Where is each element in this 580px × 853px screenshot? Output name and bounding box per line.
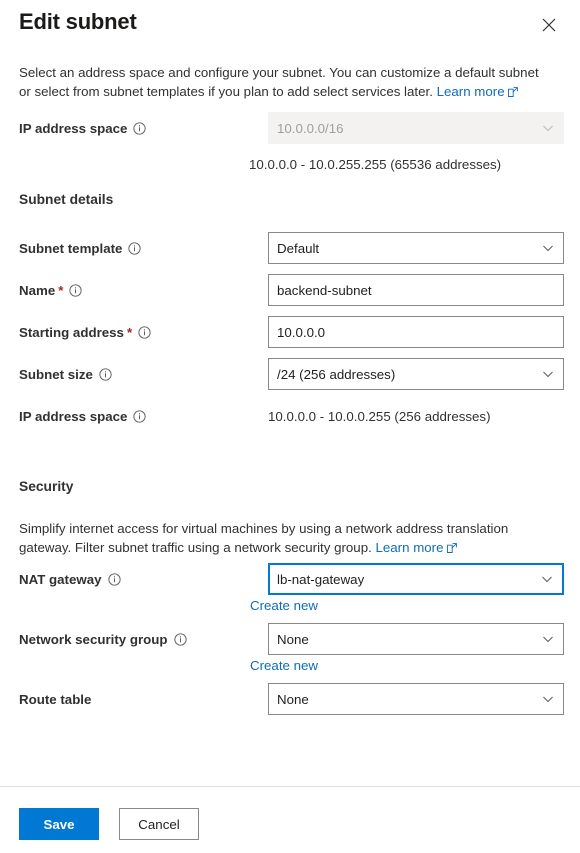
external-link-icon — [508, 83, 518, 102]
nat-gateway-select[interactable]: lb-nat-gateway — [268, 563, 564, 595]
label-subnet-template-text: Subnet template — [19, 241, 122, 256]
row-computed-ip-address-space: IP address space 10.0.0.0 - 10.0.0.255 (… — [19, 400, 564, 432]
save-button[interactable]: Save — [19, 808, 99, 840]
cancel-button[interactable]: Cancel — [119, 808, 199, 840]
info-icon[interactable] — [133, 122, 146, 135]
label-subnet-size: Subnet size — [19, 358, 112, 390]
row-starting-address: Starting address * 10.0.0.0 — [19, 316, 564, 348]
network-security-group-value: None — [277, 632, 309, 647]
info-icon[interactable] — [108, 573, 121, 586]
ip-address-space-value: 10.0.0.0/16 — [277, 121, 344, 136]
label-network-security-group-text: Network security group — [19, 632, 168, 647]
row-ip-address-space: IP address space 10.0.0.0/16 — [19, 112, 564, 144]
required-asterisk: * — [127, 325, 132, 340]
chevron-down-icon — [541, 573, 553, 585]
label-nat-gateway-text: NAT gateway — [19, 572, 102, 587]
security-description: Simplify internet access for virtual mac… — [19, 519, 555, 558]
create-new-network-security-group-link[interactable]: Create new — [250, 658, 318, 673]
learn-more-link-intro[interactable]: Learn more — [437, 84, 518, 99]
chevron-down-icon — [542, 122, 554, 134]
label-route-table-text: Route table — [19, 692, 91, 707]
name-input-value: backend-subnet — [277, 283, 372, 298]
label-ip-address-space: IP address space — [19, 112, 146, 144]
chevron-down-icon — [542, 633, 554, 645]
row-subnet-size: Subnet size /24 (256 addresses) — [19, 358, 564, 390]
field-name: backend-subnet — [268, 274, 564, 306]
panel-footer: Save Cancel — [0, 787, 580, 853]
row-route-table: Route table None — [19, 683, 564, 715]
label-starting-address: Starting address * — [19, 316, 151, 348]
row-subnet-template: Subnet template Default — [19, 232, 564, 264]
label-ip-address-space-text: IP address space — [19, 121, 127, 136]
label-subnet-size-text: Subnet size — [19, 367, 93, 382]
info-icon[interactable] — [174, 633, 187, 646]
field-ip-address-space: 10.0.0.0/16 — [268, 112, 564, 144]
panel-header: Edit subnet — [0, 0, 580, 56]
chevron-down-icon — [542, 368, 554, 380]
info-icon[interactable] — [69, 284, 82, 297]
info-icon[interactable] — [128, 242, 141, 255]
chevron-down-icon — [542, 693, 554, 705]
network-security-group-select[interactable]: None — [268, 623, 564, 655]
label-name: Name * — [19, 274, 82, 306]
row-network-security-group: Network security group None — [19, 623, 564, 655]
nat-gateway-value: lb-nat-gateway — [277, 572, 364, 587]
section-title-security: Security — [19, 479, 73, 494]
learn-more-label: Learn more — [437, 84, 505, 99]
external-link-icon — [447, 539, 457, 558]
row-nat-gateway: NAT gateway lb-nat-gateway — [19, 563, 564, 595]
field-subnet-size: /24 (256 addresses) — [268, 358, 564, 390]
computed-ip-address-space-value: 10.0.0.0 - 10.0.0.255 (256 addresses) — [268, 400, 491, 432]
field-network-security-group: None — [268, 623, 564, 655]
field-starting-address: 10.0.0.0 — [268, 316, 564, 348]
subnet-template-value: Default — [277, 241, 319, 256]
subnet-template-select[interactable]: Default — [268, 232, 564, 264]
page-title: Edit subnet — [19, 9, 137, 35]
chevron-down-icon — [542, 242, 554, 254]
label-computed-ip-address-space-text: IP address space — [19, 409, 127, 424]
label-network-security-group: Network security group — [19, 623, 187, 655]
panel-description: Select an address space and configure yo… — [19, 63, 543, 102]
label-subnet-template: Subnet template — [19, 232, 141, 264]
label-computed-ip-address-space: IP address space — [19, 400, 146, 432]
name-input[interactable]: backend-subnet — [268, 274, 564, 306]
field-nat-gateway: lb-nat-gateway — [268, 563, 564, 595]
route-table-select[interactable]: None — [268, 683, 564, 715]
field-subnet-template: Default — [268, 232, 564, 264]
field-route-table: None — [268, 683, 564, 715]
route-table-value: None — [277, 692, 309, 707]
info-icon[interactable] — [133, 410, 146, 423]
label-route-table: Route table — [19, 683, 91, 715]
subnet-size-select[interactable]: /24 (256 addresses) — [268, 358, 564, 390]
subnet-size-value: /24 (256 addresses) — [277, 367, 395, 382]
learn-more-label: Learn more — [376, 540, 444, 555]
create-new-nat-gateway-link[interactable]: Create new — [250, 598, 318, 613]
row-name: Name * backend-subnet — [19, 274, 564, 306]
required-asterisk: * — [58, 283, 63, 298]
label-nat-gateway: NAT gateway — [19, 563, 121, 595]
info-icon[interactable] — [138, 326, 151, 339]
info-icon[interactable] — [99, 368, 112, 381]
close-icon[interactable] — [536, 12, 562, 38]
label-name-text: Name — [19, 283, 55, 298]
ip-address-space-select: 10.0.0.0/16 — [268, 112, 564, 144]
starting-address-input[interactable]: 10.0.0.0 — [268, 316, 564, 348]
starting-address-input-value: 10.0.0.0 — [277, 325, 325, 340]
label-starting-address-text: Starting address — [19, 325, 124, 340]
learn-more-link-security[interactable]: Learn more — [376, 540, 457, 555]
ip-address-space-helper: 10.0.0.0 - 10.0.255.255 (65536 addresses… — [249, 157, 501, 172]
edit-subnet-panel: Edit subnet Select an address space and … — [0, 0, 580, 853]
section-title-subnet-details: Subnet details — [19, 192, 113, 207]
